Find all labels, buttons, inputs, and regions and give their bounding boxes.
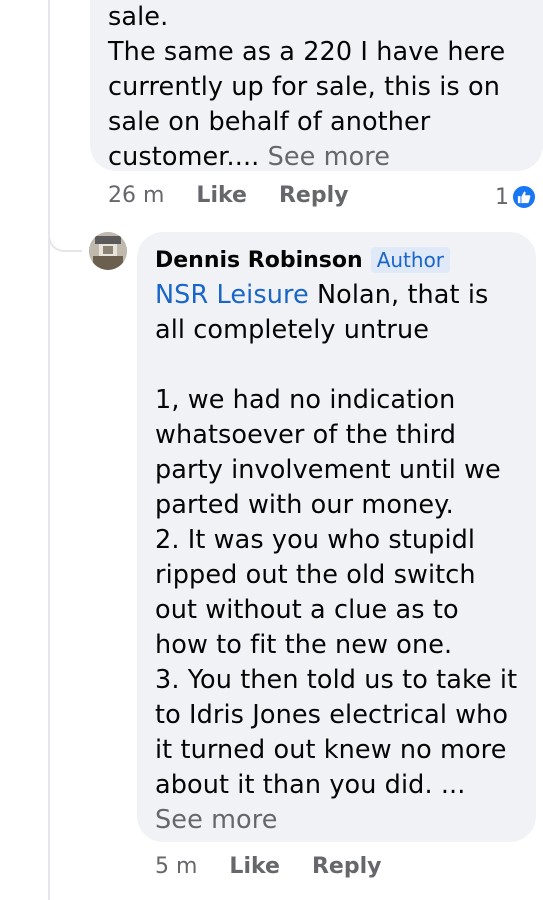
comment-timestamp[interactable]: 26 m — [108, 183, 164, 208]
author-badge: Author — [370, 247, 451, 273]
like-button[interactable]: Like — [196, 183, 247, 208]
see-more-link[interactable]: See more — [268, 142, 391, 172]
see-more-link[interactable]: See more — [155, 805, 278, 835]
parent-comment-text: sale. The same as a 220 I have here curr… — [108, 2, 506, 172]
like-icon — [511, 184, 537, 210]
reply-comment-actions: 5 m Like Reply — [155, 854, 381, 879]
thread-branch-connector — [48, 222, 82, 252]
avatar[interactable] — [89, 232, 127, 270]
reply-button[interactable]: Reply — [312, 854, 382, 879]
comment-timestamp[interactable]: 5 m — [155, 854, 197, 879]
parent-comment-bubble: sale. The same as a 220 I have here curr… — [90, 0, 543, 172]
reply-button[interactable]: Reply — [279, 183, 349, 208]
reaction-count: 1 — [495, 184, 509, 210]
like-button[interactable]: Like — [229, 854, 280, 879]
reply-comment-bubble: Dennis Robinson Author NSR Leisure Nolan… — [137, 232, 536, 842]
reaction-summary[interactable]: 1 — [495, 184, 537, 210]
parent-comment-actions: 26 m Like Reply — [108, 183, 348, 208]
thread-line — [48, 0, 50, 900]
author-name[interactable]: Dennis Robinson — [155, 248, 363, 273]
mention-link[interactable]: NSR Leisure — [155, 280, 309, 310]
reply-comment-text: NSR Leisure Nolan, that is all completel… — [155, 280, 518, 835]
author-row: Dennis Robinson Author — [155, 242, 536, 278]
